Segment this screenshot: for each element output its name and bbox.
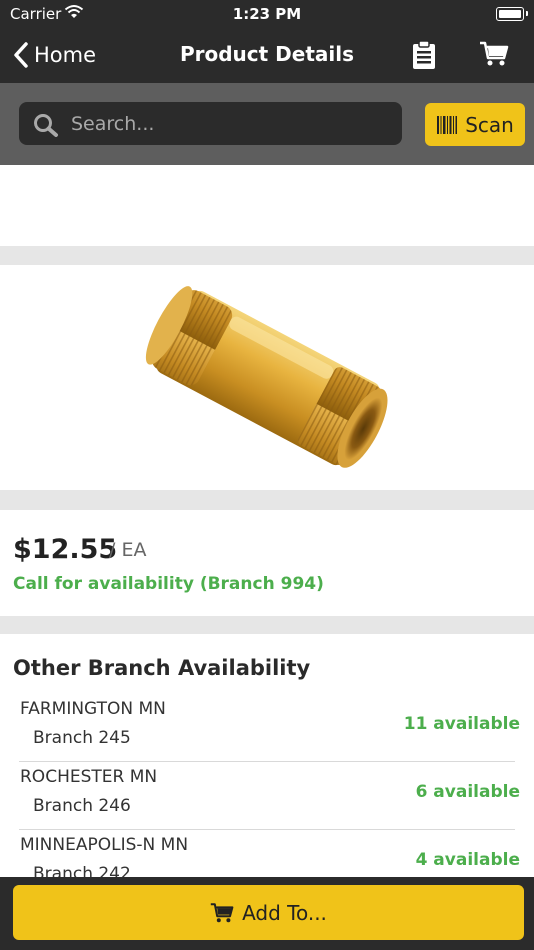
barcode-icon <box>437 115 458 134</box>
unit-of-measure: / EA <box>109 539 147 561</box>
clipboard-icon[interactable] <box>412 40 436 74</box>
nav-bar: Home Product Details <box>0 28 534 83</box>
page-title: Product Details <box>179 42 355 66</box>
search-bar: Scan <box>0 83 534 165</box>
branch-city: ROCHESTER MN <box>20 767 158 787</box>
add-to-label: Add To... <box>242 900 327 925</box>
scan-button[interactable]: Scan <box>425 103 525 146</box>
divider <box>0 246 534 265</box>
available-count: 4 available <box>415 850 520 870</box>
scan-label: Scan <box>465 112 514 137</box>
branch-city: FARMINGTON MN <box>20 699 166 719</box>
bottom-action-bar: Add To... <box>0 877 534 950</box>
cart-icon <box>210 902 234 922</box>
search-icon <box>34 114 58 137</box>
branch-row[interactable]: FARMINGTON MN Branch 245 11 available <box>19 693 520 762</box>
clock: 1:23 PM <box>232 5 302 23</box>
add-to-button[interactable]: Add To... <box>13 885 524 940</box>
product-price: $12.55 <box>13 534 118 565</box>
divider <box>0 616 534 634</box>
price-section: $12.55 / EA Call for availability (Branc… <box>0 510 534 616</box>
battery-icon <box>496 7 528 21</box>
search-field[interactable] <box>19 102 402 145</box>
branch-number: Branch 245 <box>33 728 131 748</box>
product-image <box>0 265 534 490</box>
branch-row[interactable]: ROCHESTER MN Branch 246 6 available <box>19 761 520 830</box>
cart-icon[interactable] <box>479 41 509 71</box>
status-bar: Carrier 1:23 PM <box>0 0 534 28</box>
available-count: 6 available <box>415 782 520 802</box>
branch-number: Branch 246 <box>33 796 131 816</box>
section-heading: Other Branch Availability <box>13 656 311 680</box>
divider <box>0 490 534 510</box>
search-input[interactable] <box>69 108 393 140</box>
available-count: 11 available <box>403 714 520 734</box>
branch-city: MINNEAPOLIS-N MN <box>20 835 189 855</box>
availability-status[interactable]: Call for availability (Branch 994) <box>13 574 324 594</box>
